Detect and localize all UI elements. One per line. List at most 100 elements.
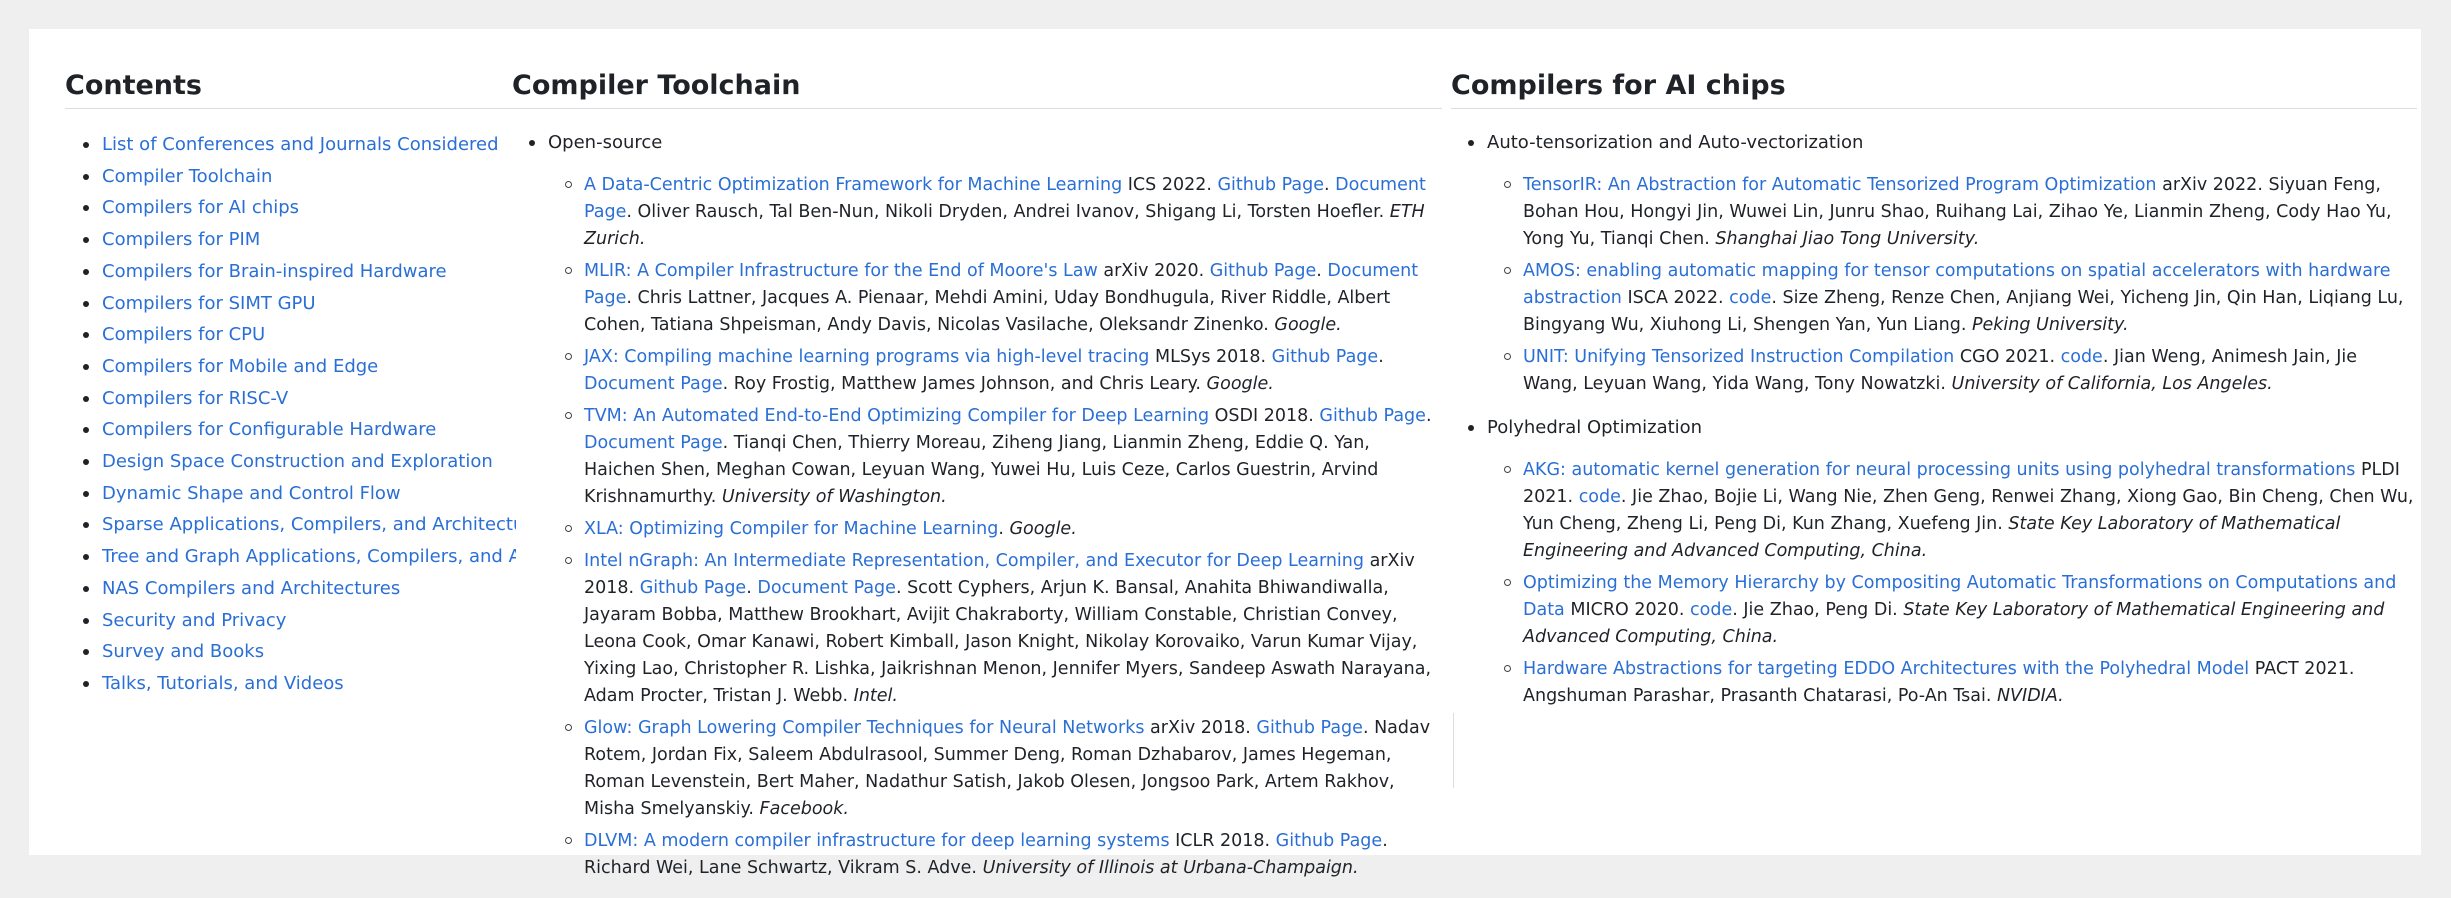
paper-resource-link[interactable]: Document Page	[584, 374, 723, 394]
paper-item: A Data-Centric Optimization Framework fo…	[548, 172, 1442, 253]
paper-list: AKG: automatic kernel generation for neu…	[1487, 457, 2417, 710]
paper-resource-link[interactable]: code	[2061, 347, 2103, 367]
paper-title-link[interactable]: UNIT: Unifying Tensorized Instruction Co…	[1523, 347, 1954, 367]
contents-link[interactable]: Compilers for Brain-inspired Hardware	[102, 261, 447, 282]
contents-link[interactable]: Compilers for SIMT GPU	[102, 293, 316, 314]
contents-item: Compilers for Brain-inspired Hardware	[65, 256, 516, 288]
paper-list: TensorIR: An Abstraction for Automatic T…	[1487, 172, 2417, 398]
paper-venue: arXiv 2018	[1150, 718, 1246, 738]
paper-title-link[interactable]: Intel nGraph: An Intermediate Representa…	[584, 551, 1364, 571]
compilers-ai-chips-heading: Compilers for AI chips	[1451, 69, 2417, 109]
paper-item: Intel nGraph: An Intermediate Representa…	[548, 548, 1442, 710]
paper-resource-link[interactable]: Document Page	[757, 578, 896, 598]
paper-resource-link[interactable]: Github Page	[1276, 831, 1383, 851]
contents-link[interactable]: Design Space Construction and Exploratio…	[102, 451, 493, 472]
compilers-ai-chips-section: Compilers for AI chips Auto-tensorizatio…	[1451, 69, 2417, 726]
paper-resource-link[interactable]: Github Page	[1218, 175, 1325, 195]
contents-link[interactable]: Dynamic Shape and Control Flow	[102, 483, 401, 504]
column-divider	[1453, 713, 1454, 788]
contents-link[interactable]: Sparse Applications, Compilers, and Arch…	[102, 514, 516, 535]
paper-title-link[interactable]: AKG: automatic kernel generation for neu…	[1523, 460, 2355, 480]
paper-resource-link[interactable]: Github Page	[1256, 718, 1363, 738]
paper-resource-link[interactable]: Github Page	[1210, 261, 1317, 281]
paper-venue: arXiv 2020	[1103, 261, 1199, 281]
contents-item: Compilers for PIM	[65, 224, 516, 256]
contents-item: Compilers for SIMT GPU	[65, 288, 516, 320]
contents-link[interactable]: Compilers for Configurable Hardware	[102, 419, 436, 440]
paper-affiliation: Google.	[1206, 374, 1274, 394]
contents-item: Design Space Construction and Exploratio…	[65, 446, 516, 478]
paper-item: JAX: Compiling machine learning programs…	[548, 344, 1442, 398]
paper-venue: arXiv 2022	[2162, 175, 2258, 195]
group-label: Open-source	[548, 132, 663, 153]
paper-resource-link[interactable]: code	[1729, 288, 1771, 308]
toolchain-groups: Open-source A Data-Centric Optimization …	[512, 129, 1442, 882]
paper-title-link[interactable]: Glow: Graph Lowering Compiler Techniques…	[584, 718, 1144, 738]
contents-link[interactable]: Tree and Graph Applications, Compilers, …	[102, 546, 516, 567]
paper-venue: ICLR 2018	[1175, 831, 1265, 851]
paper-item: TensorIR: An Abstraction for Automatic T…	[1487, 172, 2417, 253]
contents-item: List of Conferences and Journals Conside…	[65, 129, 516, 161]
paper-affiliation: Intel.	[853, 686, 898, 706]
paper-affiliation: Google.	[1009, 519, 1077, 539]
contents-link[interactable]: List of Conferences and Journals Conside…	[102, 134, 499, 155]
topic-group: Auto-tensorization and Auto-vectorizatio…	[1451, 129, 2417, 398]
paper-affiliation: University of Washington.	[721, 487, 947, 507]
contents-item: Security and Privacy	[65, 605, 516, 637]
paper-item: AKG: automatic kernel generation for neu…	[1487, 457, 2417, 565]
group-label: Auto-tensorization and Auto-vectorizatio…	[1487, 132, 1864, 153]
contents-item: Talks, Tutorials, and Videos	[65, 668, 516, 700]
paper-title-link[interactable]: DLVM: A modern compiler infrastructure f…	[584, 831, 1170, 851]
paper-affiliation: Facebook.	[759, 799, 849, 819]
contents-link[interactable]: Compilers for CPU	[102, 324, 265, 345]
paper-authors: Angshuman Parashar, Prasanth Chatarasi, …	[1523, 686, 1992, 706]
paper-authors: Oliver Rausch, Tal Ben-Nun, Nikoli Dryde…	[637, 202, 1385, 222]
paper-item: TVM: An Automated End-to-End Optimizing …	[548, 403, 1442, 511]
paper-title-link[interactable]: A Data-Centric Optimization Framework fo…	[584, 175, 1122, 195]
paper-title-link[interactable]: TensorIR: An Abstraction for Automatic T…	[1523, 175, 2157, 195]
contents-link[interactable]: Compilers for AI chips	[102, 197, 299, 218]
paper-title-link[interactable]: JAX: Compiling machine learning programs…	[584, 347, 1149, 367]
contents-column: Contents List of Conferences and Journal…	[65, 69, 516, 700]
contents-item: Compilers for Configurable Hardware	[65, 414, 516, 446]
paper-item: XLA: Optimizing Compiler for Machine Lea…	[548, 516, 1442, 543]
paper-venue: OSDI 2018	[1214, 406, 1309, 426]
paper-item: Hardware Abstractions for targeting EDDO…	[1487, 656, 2417, 710]
paper-authors: Jie Zhao, Peng Di.	[1743, 600, 1898, 620]
contents-item: Survey and Books	[65, 636, 516, 668]
paper-item: Optimizing the Memory Hierarchy by Compo…	[1487, 570, 2417, 651]
paper-resource-link[interactable]: Github Page	[640, 578, 747, 598]
paper-title-link[interactable]: TVM: An Automated End-to-End Optimizing …	[584, 406, 1209, 426]
contents-link[interactable]: NAS Compilers and Architectures	[102, 578, 400, 599]
contents-item: Compilers for Mobile and Edge	[65, 351, 516, 383]
contents-link[interactable]: Talks, Tutorials, and Videos	[102, 673, 344, 694]
contents-link[interactable]: Compilers for RISC-V	[102, 388, 288, 409]
paper-resource-link[interactable]: code	[1579, 487, 1621, 507]
paper-affiliation: University of California, Los Angeles.	[1951, 374, 2273, 394]
paper-item: AMOS: enabling automatic mapping for ten…	[1487, 258, 2417, 339]
paper-resource-link[interactable]: Github Page	[1319, 406, 1426, 426]
contents-link[interactable]: Security and Privacy	[102, 610, 286, 631]
paper-resource-link[interactable]: Document Page	[584, 433, 723, 453]
compiler-toolchain-section: Compiler Toolchain Open-source A Data-Ce…	[512, 69, 1442, 898]
contents-link[interactable]: Compilers for Mobile and Edge	[102, 356, 378, 377]
paper-venue: MLSys 2018	[1155, 347, 1261, 367]
paper-title-link[interactable]: XLA: Optimizing Compiler for Machine Lea…	[584, 519, 998, 539]
contents-link[interactable]: Survey and Books	[102, 641, 264, 662]
contents-item: Dynamic Shape and Control Flow	[65, 478, 516, 510]
contents-link[interactable]: Compilers for PIM	[102, 229, 260, 250]
paper-item: DLVM: A modern compiler infrastructure f…	[548, 828, 1442, 882]
contents-link[interactable]: Compiler Toolchain	[102, 166, 272, 187]
paper-authors: Richard Wei, Lane Schwartz, Vikram S. Ad…	[584, 858, 977, 878]
paper-list: A Data-Centric Optimization Framework fo…	[548, 172, 1442, 882]
contents-item: NAS Compilers and Architectures	[65, 573, 516, 605]
contents-item: Compilers for AI chips	[65, 192, 516, 224]
paper-item: Glow: Graph Lowering Compiler Techniques…	[548, 715, 1442, 823]
paper-resource-link[interactable]: code	[1690, 600, 1732, 620]
paper-affiliation: Google.	[1274, 315, 1342, 335]
paper-venue: ISCA 2022	[1627, 288, 1719, 308]
paper-resource-link[interactable]: Github Page	[1272, 347, 1379, 367]
paper-venue: MICRO 2020	[1570, 600, 1679, 620]
paper-title-link[interactable]: MLIR: A Compiler Infrastructure for the …	[584, 261, 1098, 281]
paper-title-link[interactable]: Hardware Abstractions for targeting EDDO…	[1523, 659, 2249, 679]
